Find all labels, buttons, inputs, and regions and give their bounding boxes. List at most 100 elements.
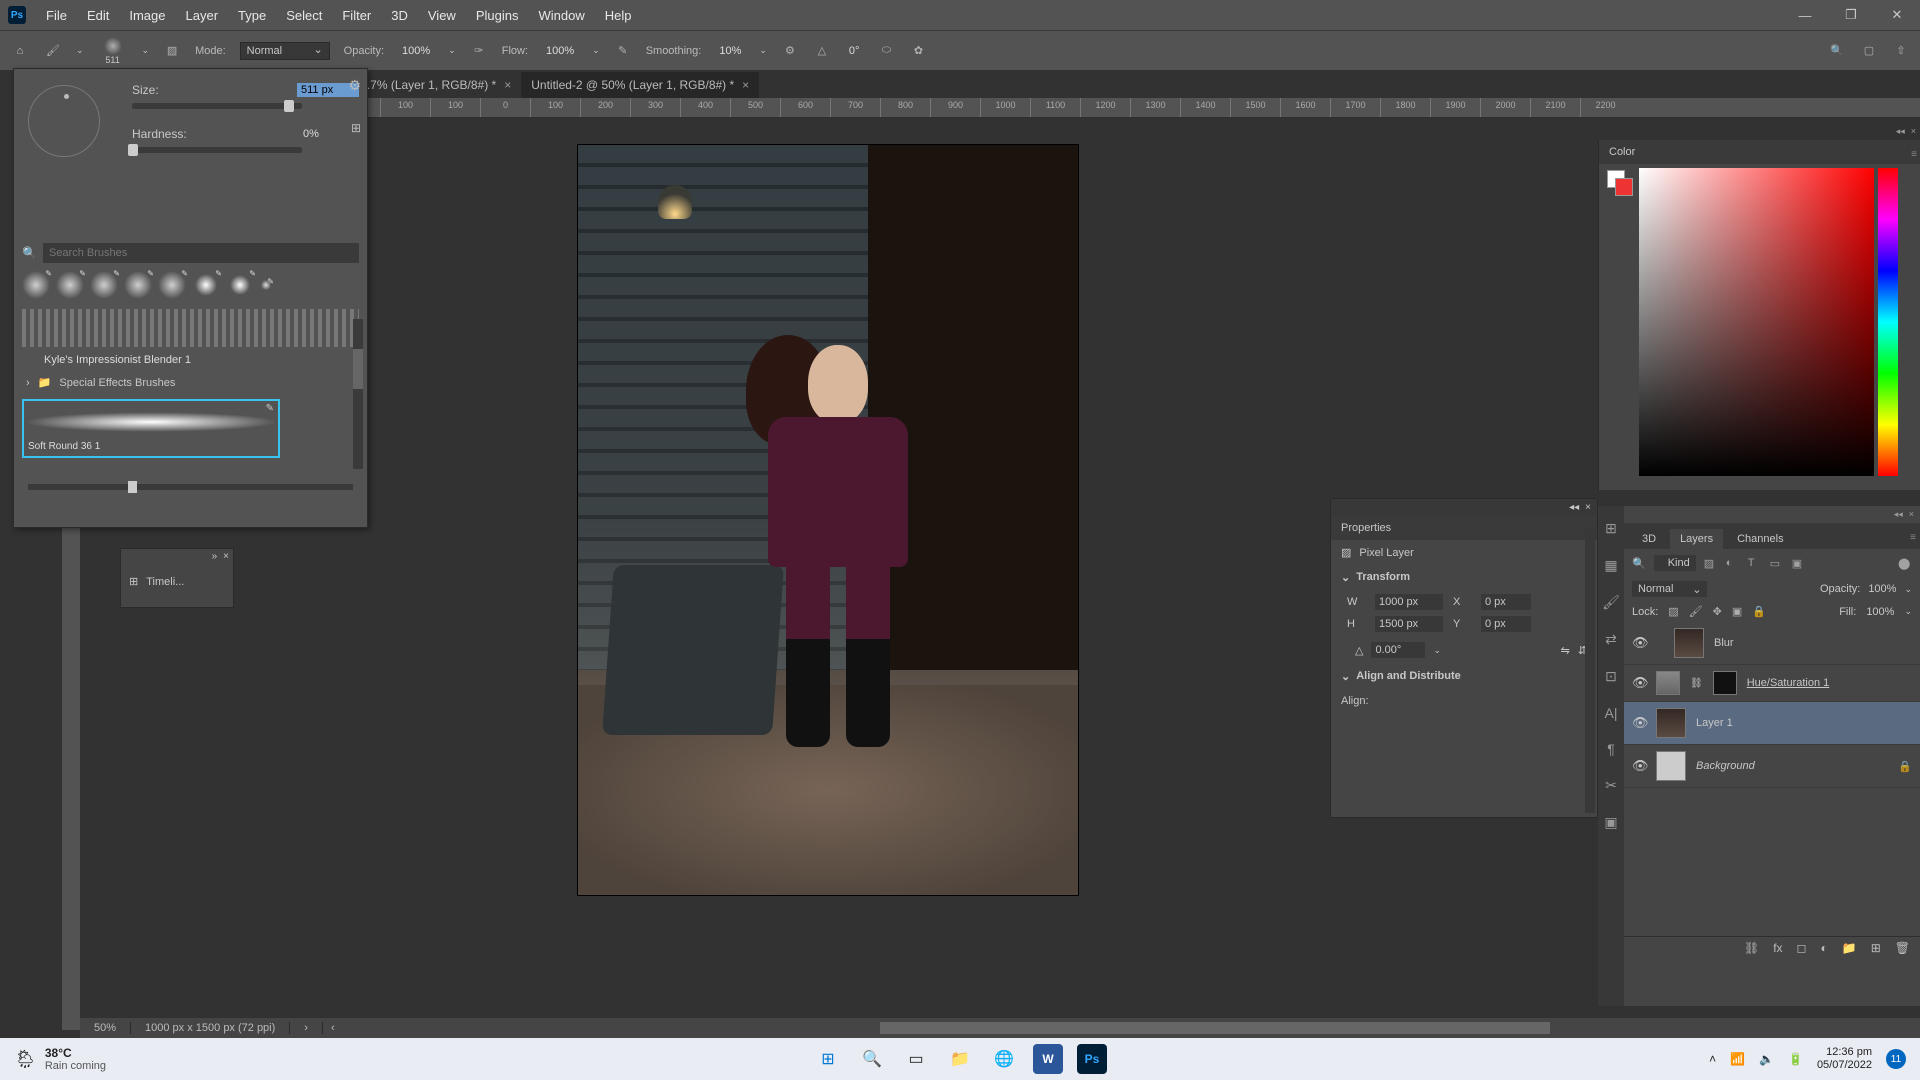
chevron-down-icon[interactable]: ⌄ (1904, 584, 1912, 595)
align-section[interactable]: Align and Distribute (1356, 670, 1461, 683)
close-icon[interactable]: × (1911, 126, 1916, 140)
menu-help[interactable]: Help (595, 0, 642, 30)
panel-icon[interactable]: 🖌 (1602, 594, 1620, 611)
layer-row[interactable]: 👁 Layer 1 (1624, 702, 1920, 745)
lock-all-icon[interactable]: 🔒 (1752, 605, 1766, 618)
blend-mode-select[interactable]: Normal (240, 42, 330, 60)
layer-name[interactable]: Hue/Saturation 1 (1747, 677, 1830, 689)
menu-layer[interactable]: Layer (176, 0, 229, 30)
panel-icon[interactable]: ▦ (1604, 557, 1617, 574)
brush-search-input[interactable] (43, 243, 359, 263)
layer-name[interactable]: Background (1696, 760, 1755, 772)
panel-menu-icon[interactable]: ≡ (1911, 149, 1917, 160)
chrome-icon[interactable]: 🌐 (989, 1044, 1019, 1074)
layer-opacity-value[interactable]: 100% (1868, 583, 1896, 595)
adjustment-icon[interactable]: ◐ (1821, 941, 1828, 956)
brush-preset[interactable]: ✎ (124, 271, 152, 299)
collapse-icon[interactable]: ◂◂ (1894, 509, 1903, 520)
gear-icon[interactable]: ⚙ (348, 77, 361, 94)
tab-channels[interactable]: Channels (1727, 529, 1793, 549)
doc-info[interactable]: 1000 px x 1500 px (72 ppi) (131, 1022, 290, 1034)
background-swatch[interactable] (1615, 178, 1633, 196)
group-icon[interactable]: 📁 (1842, 941, 1857, 956)
file-explorer-icon[interactable]: 📁 (945, 1044, 975, 1074)
transform-section[interactable]: Transform (1356, 571, 1410, 584)
notification-badge[interactable]: 11 (1886, 1049, 1906, 1069)
chevron-down-icon[interactable]: ⌄ (142, 45, 150, 56)
panel-menu-icon[interactable]: ≡ (1910, 532, 1916, 543)
chevron-down-icon[interactable]: ⌄ (759, 45, 767, 56)
width-input[interactable]: 1000 px (1375, 594, 1443, 610)
lock-icon[interactable]: 🔒 (1898, 760, 1912, 773)
wifi-icon[interactable]: 📶 (1730, 1052, 1745, 1066)
share-icon[interactable]: ⇧ (1892, 42, 1910, 60)
menu-filter[interactable]: Filter (332, 0, 381, 30)
fill-value[interactable]: 100% (1866, 606, 1894, 618)
layer-row[interactable]: 👁 Background 🔒 (1624, 745, 1920, 788)
foreground-background-swatch[interactable] (1607, 170, 1633, 196)
brush-settings-icon[interactable]: ▨ (163, 42, 181, 60)
menu-plugins[interactable]: Plugins (466, 0, 529, 30)
timeline-icon[interactable]: ⊞ (129, 575, 138, 588)
close-tab-icon[interactable]: × (504, 78, 511, 92)
close-tab-icon[interactable]: × (742, 78, 749, 92)
layer-blend-mode-select[interactable]: Normal⌄ (1632, 581, 1707, 597)
height-input[interactable]: 1500 px (1375, 616, 1443, 632)
panel-icon[interactable]: ¶ (1607, 741, 1615, 757)
home-icon[interactable]: ⌂ (10, 41, 30, 61)
opacity-value[interactable]: 100% (398, 45, 434, 57)
selected-brush[interactable]: ✎ Soft Round 36 1 (22, 399, 280, 458)
close-icon[interactable]: × (1585, 502, 1591, 513)
layer-name[interactable]: Layer 1 (1696, 717, 1733, 729)
brush-preset[interactable]: ✎ (22, 271, 50, 299)
visibility-toggle-icon[interactable]: 👁 (1632, 675, 1646, 691)
menu-image[interactable]: Image (119, 0, 175, 30)
brush-tool-icon[interactable]: 🖌 (44, 42, 62, 60)
layer-thumbnail[interactable] (1656, 708, 1686, 738)
hardness-slider[interactable] (132, 147, 302, 153)
panel-icon[interactable]: ⇄ (1605, 631, 1617, 648)
filter-kind-select[interactable]: Kind (1654, 555, 1696, 571)
document-canvas[interactable] (578, 145, 1078, 895)
fx-icon[interactable]: fx (1773, 941, 1782, 956)
photoshop-icon[interactable]: Ps (1077, 1044, 1107, 1074)
task-view-button[interactable]: ▭ (901, 1044, 931, 1074)
menu-edit[interactable]: Edit (77, 0, 119, 30)
properties-title[interactable]: Properties (1331, 516, 1597, 540)
chevron-down-icon[interactable]: ⌄ (1341, 571, 1350, 584)
link-icon[interactable]: ⛓ (1690, 678, 1703, 689)
chevron-right-icon[interactable]: › (290, 1022, 323, 1034)
visibility-toggle-icon[interactable]: 👁 (1632, 635, 1646, 651)
lock-artboard-icon[interactable]: ▣ (1732, 605, 1742, 618)
layer-row[interactable]: 👁 Blur (1624, 622, 1920, 665)
panel-icon[interactable]: ✂ (1605, 777, 1617, 794)
word-icon[interactable]: W (1033, 1044, 1063, 1074)
mask-thumbnail[interactable] (1713, 671, 1737, 695)
filter-search-icon[interactable]: 🔍 (1632, 557, 1646, 570)
y-input[interactable]: 0 px (1481, 616, 1531, 632)
zoom-level[interactable]: 50% (80, 1022, 131, 1034)
chevron-down-icon[interactable]: ⌄ (1433, 645, 1441, 656)
workspace-icon[interactable]: ▢ (1860, 42, 1878, 60)
layer-thumbnail[interactable] (1674, 628, 1704, 658)
filter-type-icon[interactable]: T (1748, 557, 1762, 569)
brush-preset[interactable]: ✎ (260, 279, 272, 291)
layer-thumbnail[interactable] (1656, 751, 1686, 781)
panel-icon[interactable]: ▣ (1604, 814, 1617, 831)
close-icon[interactable]: × (1909, 509, 1914, 520)
volume-icon[interactable]: 🔈 (1759, 1052, 1774, 1066)
menu-view[interactable]: View (418, 0, 466, 30)
brush-preset[interactable]: ✎ (56, 271, 84, 299)
search-icon[interactable]: 🔍 (1828, 42, 1846, 60)
edit-brush-icon[interactable]: ✎ (266, 403, 274, 414)
chevron-down-icon[interactable]: ⌄ (592, 45, 600, 56)
hue-slider[interactable] (1878, 168, 1898, 476)
menu-type[interactable]: Type (228, 0, 276, 30)
tab-3d[interactable]: 3D (1632, 529, 1666, 549)
tray-overflow-icon[interactable]: ˄ (1709, 1052, 1716, 1066)
brush-folder[interactable]: › 📁 Special Effects Brushes (22, 372, 359, 393)
filter-adjust-icon[interactable]: ◐ (1726, 557, 1740, 569)
brush-angle-dial[interactable] (28, 85, 100, 157)
weather-widget[interactable]: 🌦 38°C Rain coming (0, 1046, 106, 1072)
visibility-toggle-icon[interactable]: 👁 (1632, 715, 1646, 731)
